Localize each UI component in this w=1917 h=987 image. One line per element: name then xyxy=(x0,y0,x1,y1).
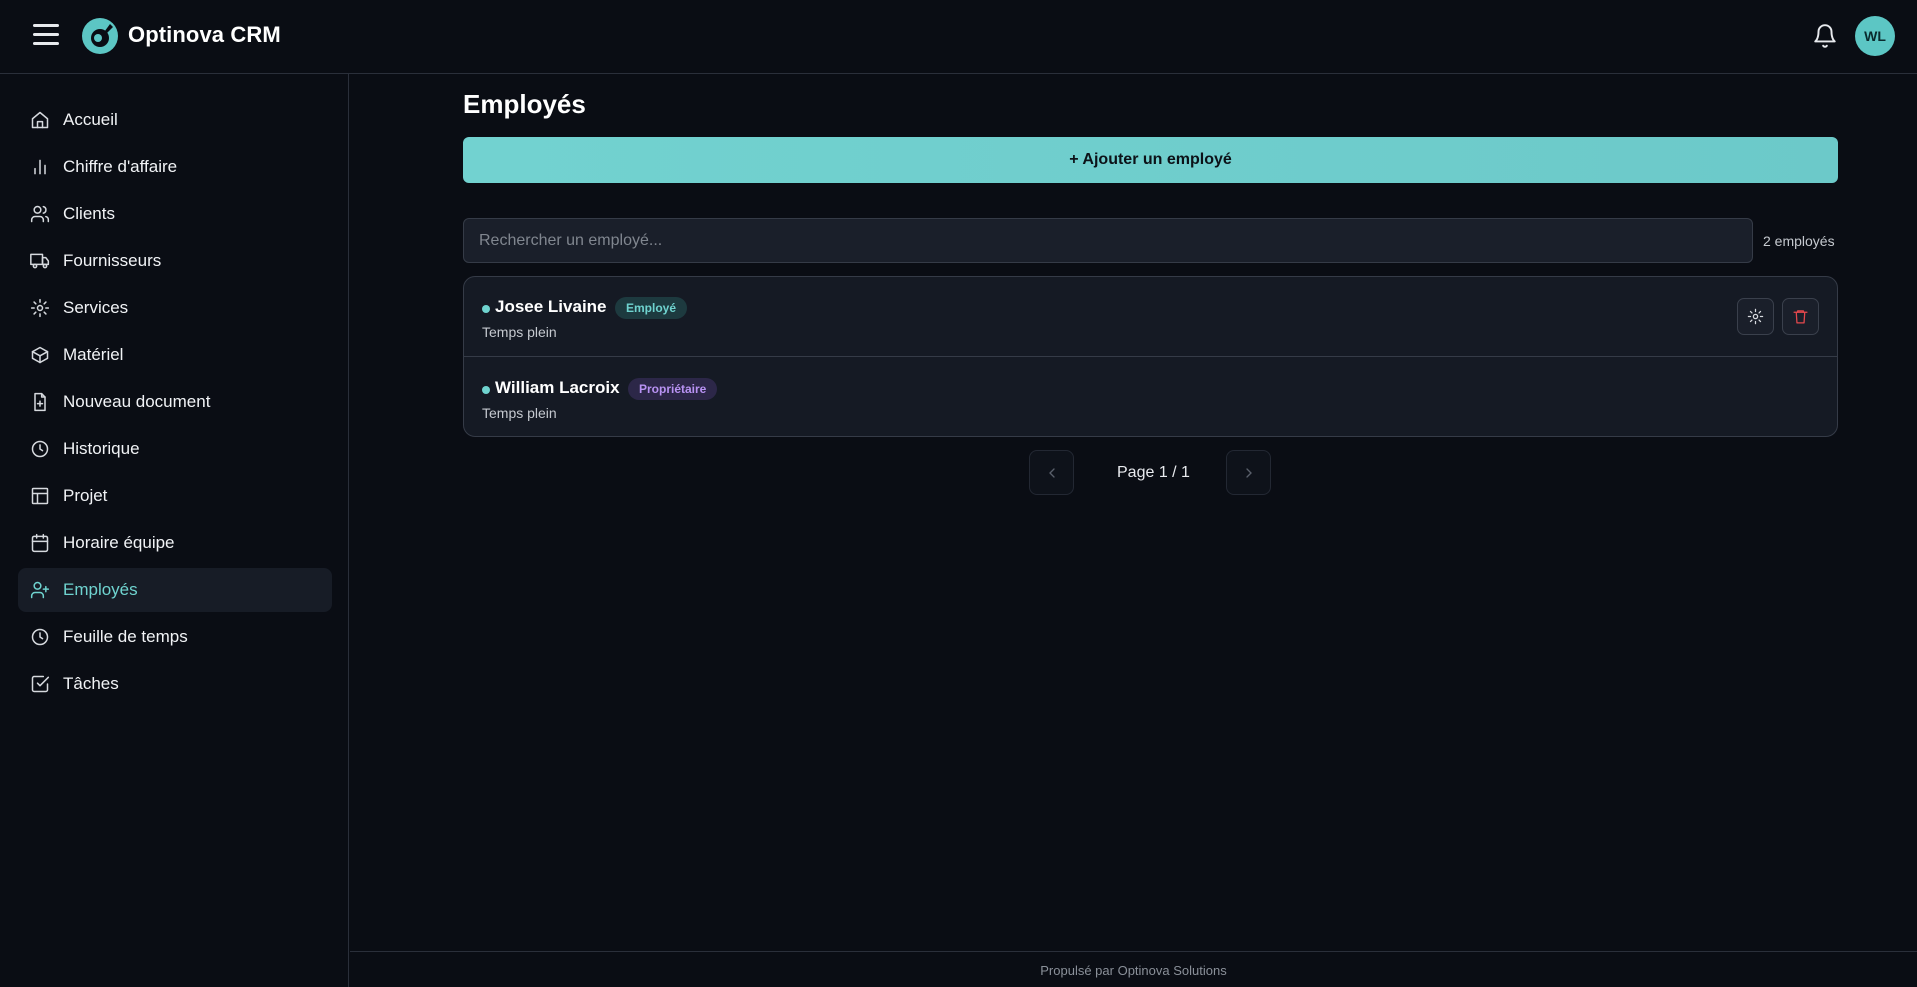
user-plus-icon xyxy=(30,581,50,599)
bar-chart-icon xyxy=(34,159,46,175)
chevron-right-icon xyxy=(1245,467,1252,478)
sidebar-item-label: Services xyxy=(63,298,129,317)
employee-count: 2 employés xyxy=(1763,233,1835,249)
sidebar-item-label: Chiffre d'affaire xyxy=(63,157,178,176)
employment-type: Temps plein xyxy=(482,324,557,340)
sidebar-item-label: Tâches xyxy=(63,674,119,693)
role-badge: Employé xyxy=(615,297,688,319)
file-plus-icon xyxy=(34,392,46,412)
sidebar-item-historique[interactable]: Historique xyxy=(18,427,332,471)
search-input[interactable] xyxy=(463,218,1753,263)
sidebar-item-label: Fournisseurs xyxy=(63,251,162,270)
truck-icon xyxy=(30,253,50,269)
sidebar-item-label: Clients xyxy=(63,204,115,223)
sidebar-item-taches[interactable]: Tâches xyxy=(18,662,332,706)
bell-icon[interactable] xyxy=(1812,23,1838,49)
clock-icon xyxy=(31,628,49,646)
status-dot xyxy=(482,386,490,394)
sidebar-item-label: Nouveau document xyxy=(63,392,211,411)
sidebar-item-materiel[interactable]: Matériel xyxy=(18,333,332,377)
list-item[interactable]: Josee Livaine Employé Temps plein xyxy=(464,277,1837,357)
employment-type: Temps plein xyxy=(482,405,557,421)
next-page-button[interactable] xyxy=(1226,450,1271,495)
sidebar-item-label: Historique xyxy=(63,439,140,458)
sidebar-item-label: Horaire équipe xyxy=(63,533,175,552)
trash-icon xyxy=(1793,310,1808,324)
add-employee-button[interactable]: + Ajouter un employé xyxy=(463,137,1838,183)
sidebar-item-label: Accueil xyxy=(63,110,118,129)
previous-page-button[interactable] xyxy=(1029,450,1074,495)
sidebar-item-fournisseurs[interactable]: Fournisseurs xyxy=(18,239,332,283)
menu-icon[interactable] xyxy=(33,24,61,48)
sidebar-item-clients[interactable]: Clients xyxy=(18,192,332,236)
footer: Propulsé par Optinova Solutions xyxy=(350,951,1917,987)
gear-icon xyxy=(30,298,50,318)
layout-icon xyxy=(31,487,49,505)
sidebar-item-employes[interactable]: Employés xyxy=(18,568,332,612)
employee-name: William Lacroix xyxy=(495,378,620,397)
gear-icon xyxy=(1747,308,1764,325)
users-icon xyxy=(30,205,50,223)
home-icon xyxy=(31,111,49,129)
role-badge: Propriétaire xyxy=(628,378,718,400)
sidebar-item-label: Feuille de temps xyxy=(63,627,188,646)
box-icon xyxy=(31,346,49,364)
sidebar-item-label: Matériel xyxy=(63,345,124,364)
calendar-icon xyxy=(31,533,49,553)
delete-button[interactable] xyxy=(1782,298,1819,335)
logo-icon xyxy=(82,18,118,54)
pagination-label: Page 1 / 1 xyxy=(1117,464,1190,481)
sidebar-item-projet[interactable]: Projet xyxy=(18,474,332,518)
brand-name: Optinova CRM xyxy=(128,22,281,47)
status-dot xyxy=(482,305,490,313)
sidebar-item-accueil[interactable]: Accueil xyxy=(18,98,332,142)
check-square-icon xyxy=(31,675,50,693)
clock-icon xyxy=(31,440,49,458)
avatar[interactable]: WL xyxy=(1855,16,1895,56)
settings-button[interactable] xyxy=(1737,298,1774,335)
sidebar-item-feuille-de-temps[interactable]: Feuille de temps xyxy=(18,615,332,659)
sidebar-item-label: Projet xyxy=(63,486,108,505)
top-bar: Optinova CRM WL xyxy=(0,0,1917,74)
sidebar: Accueil Chiffre d'affaire Clients Fourni… xyxy=(0,74,349,987)
sidebar-item-label: Employés xyxy=(63,580,138,599)
employee-name: Josee Livaine xyxy=(495,297,607,316)
sidebar-item-chiffre-affaire[interactable]: Chiffre d'affaire xyxy=(18,145,332,189)
employee-list: Josee Livaine Employé Temps plein Willia… xyxy=(463,276,1838,437)
sidebar-item-horaire-equipe[interactable]: Horaire équipe xyxy=(18,521,332,565)
chevron-left-icon xyxy=(1048,467,1055,478)
list-item[interactable]: William Lacroix Propriétaire Temps plein xyxy=(464,358,1837,436)
page-title: Employés xyxy=(463,89,586,119)
sidebar-item-services[interactable]: Services xyxy=(18,286,332,330)
sidebar-item-nouveau-document[interactable]: Nouveau document xyxy=(18,380,332,424)
